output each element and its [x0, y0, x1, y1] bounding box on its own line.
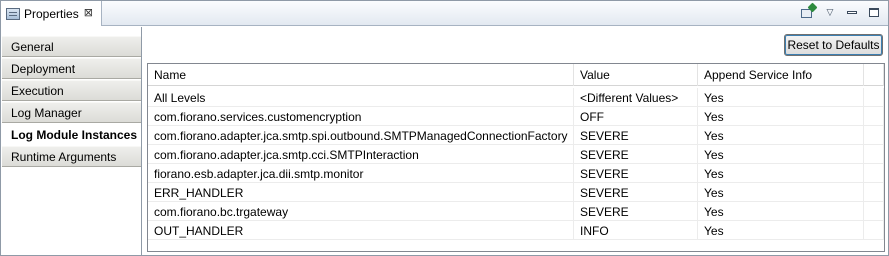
table-row[interactable]: com.fiorano.adapter.jca.smtp.spi.outboun…: [148, 126, 884, 145]
minimize-icon[interactable]: [844, 4, 860, 20]
cell-value[interactable]: INFO: [574, 221, 698, 240]
table-row[interactable]: All Levels <Different Values> Yes: [148, 88, 884, 107]
cell-filler: [864, 107, 884, 126]
cell-value[interactable]: SEVERE: [574, 164, 698, 183]
reset-to-defaults-button[interactable]: Reset to Defaults: [784, 34, 883, 56]
cell-append-service-info[interactable]: Yes: [698, 107, 864, 126]
cell-filler: [864, 145, 884, 164]
nav-item-deployment[interactable]: Deployment: [2, 58, 142, 79]
table-row[interactable]: com.fiorano.adapter.jca.smtp.cci.SMTPInt…: [148, 145, 884, 164]
cell-filler: [864, 88, 884, 107]
cell-filler: [864, 202, 884, 221]
column-header-name[interactable]: Name: [148, 64, 574, 86]
column-header-filler: [864, 64, 884, 86]
cell-append-service-info[interactable]: Yes: [698, 88, 864, 107]
properties-tab[interactable]: Properties ⊠: [1, 1, 102, 26]
table-header: Name Value Append Service Info: [148, 64, 884, 86]
cell-filler: [864, 183, 884, 202]
table-row[interactable]: fiorano.esb.adapter.jca.dii.smtp.monitor…: [148, 164, 884, 183]
view-toolbar: ▽: [800, 2, 882, 20]
cell-value[interactable]: <Different Values>: [574, 88, 698, 107]
nav-item-log-module-instances[interactable]: Log Module Instances: [2, 124, 142, 145]
table-row[interactable]: ERR_HANDLER SEVERE Yes: [148, 183, 884, 202]
cell-name: fiorano.esb.adapter.jca.dii.smtp.monitor: [148, 164, 574, 183]
nav-item-runtime-arguments[interactable]: Runtime Arguments: [2, 146, 142, 167]
column-header-value[interactable]: Value: [574, 64, 698, 86]
table-row[interactable]: com.fiorano.services.customencryption OF…: [148, 107, 884, 126]
cell-name: com.fiorano.services.customencryption: [148, 107, 574, 126]
log-module-table: Name Value Append Service Info All Level…: [147, 63, 885, 252]
cell-append-service-info[interactable]: Yes: [698, 202, 864, 221]
cell-append-service-info[interactable]: Yes: [698, 145, 864, 164]
cell-name: All Levels: [148, 88, 574, 107]
view-title-bar: Properties ⊠ ▽: [1, 1, 888, 26]
cell-name: com.fiorano.bc.trgateway: [148, 202, 574, 221]
column-header-append-service-info[interactable]: Append Service Info: [698, 64, 864, 86]
cell-filler: [864, 221, 884, 240]
cell-append-service-info[interactable]: Yes: [698, 183, 864, 202]
cell-name: com.fiorano.adapter.jca.smtp.spi.outboun…: [148, 126, 574, 145]
cell-value[interactable]: SEVERE: [574, 126, 698, 145]
cell-name: ERR_HANDLER: [148, 183, 574, 202]
sidebar-divider: [141, 27, 142, 255]
tab-title: Properties: [24, 6, 79, 21]
maximize-icon[interactable]: [866, 4, 882, 20]
cell-value[interactable]: SEVERE: [574, 145, 698, 164]
nav-item-execution[interactable]: Execution: [2, 80, 142, 101]
cell-name: OUT_HANDLER: [148, 221, 574, 240]
cell-append-service-info[interactable]: Yes: [698, 221, 864, 240]
properties-view: Properties ⊠ ▽ General Deployment Execut…: [0, 0, 889, 256]
property-sections-nav: General Deployment Execution Log Manager…: [2, 36, 142, 255]
table-row[interactable]: com.fiorano.bc.trgateway SEVERE Yes: [148, 202, 884, 221]
nav-item-log-manager[interactable]: Log Manager: [2, 102, 142, 123]
cell-filler: [864, 164, 884, 183]
cell-append-service-info[interactable]: Yes: [698, 126, 864, 145]
nav-item-general[interactable]: General: [2, 36, 142, 57]
cell-append-service-info[interactable]: Yes: [698, 164, 864, 183]
close-icon[interactable]: ⊠: [84, 8, 93, 19]
cell-name: com.fiorano.adapter.jca.smtp.cci.SMTPInt…: [148, 145, 574, 164]
cell-value[interactable]: SEVERE: [574, 202, 698, 221]
cell-filler: [864, 126, 884, 145]
cell-value[interactable]: SEVERE: [574, 183, 698, 202]
table-row[interactable]: OUT_HANDLER INFO Yes: [148, 221, 884, 240]
pin-icon[interactable]: [800, 2, 818, 20]
view-menu-icon[interactable]: ▽: [822, 4, 838, 20]
properties-view-icon: [6, 7, 20, 20]
cell-value[interactable]: OFF: [574, 107, 698, 126]
